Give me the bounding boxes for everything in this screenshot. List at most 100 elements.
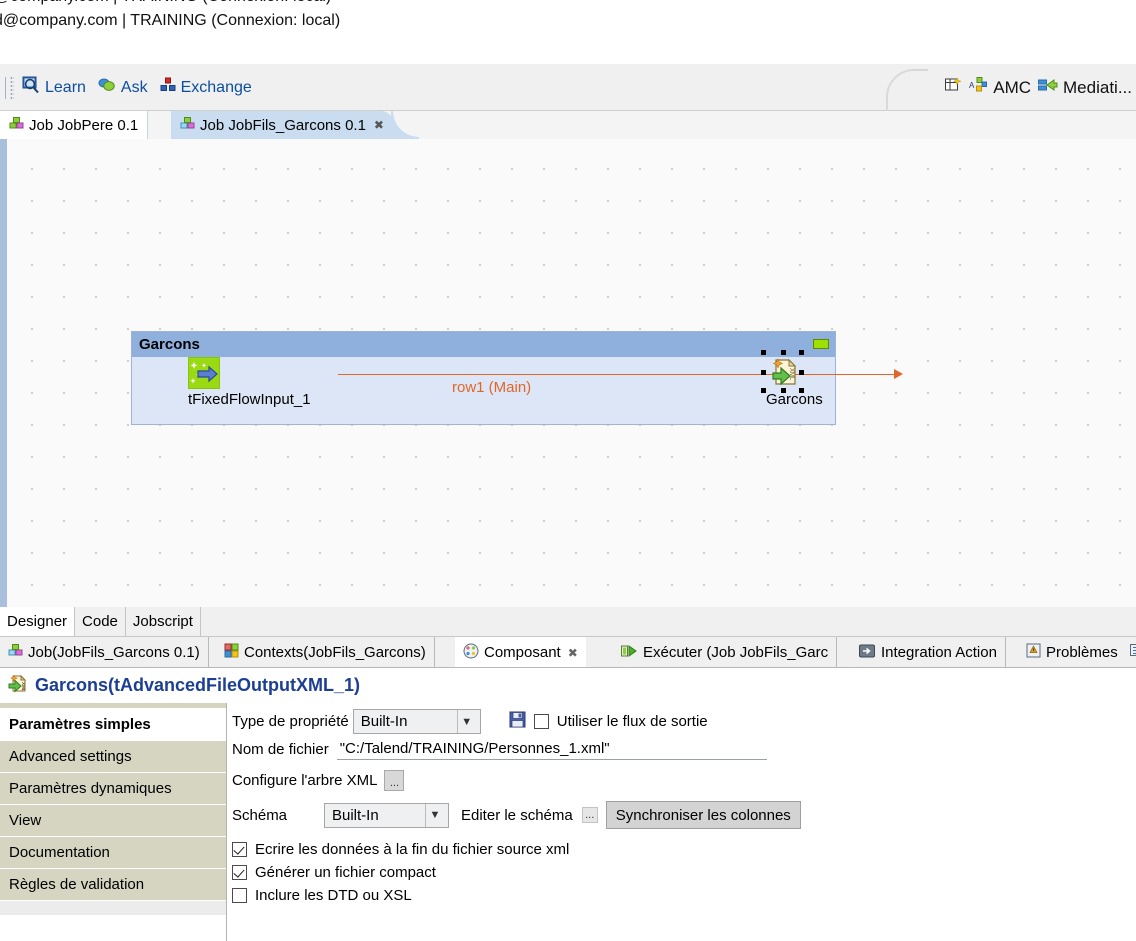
view-tab-executer[interactable]: Exécuter (Job JobFils_Garc xyxy=(613,637,837,668)
editor-tab-jobpere[interactable]: Job JobPere 0.1 xyxy=(0,111,148,139)
component-garcons-xml-output[interactable]: XML xyxy=(766,355,823,408)
mediation-icon xyxy=(1038,77,1058,98)
component-label: Garcons xyxy=(766,391,823,408)
designer-tab-filler xyxy=(201,607,1136,636)
sidebar-item-documentation[interactable]: Documentation xyxy=(0,837,226,869)
job-icon xyxy=(9,116,24,135)
append-data-checkbox[interactable] xyxy=(232,842,247,857)
toolbar-drag-handle[interactable] xyxy=(10,76,14,100)
sidebar-item-parametres-dynamiques[interactable]: Paramètres dynamiques xyxy=(0,773,226,805)
file-name-input[interactable]: "C:/Talend/TRAINING/Personnes_1.xml" xyxy=(337,739,767,760)
property-type-select[interactable]: Built-In ▼ xyxy=(353,709,481,734)
view-tab-problemes[interactable]: Problèmes xyxy=(1018,637,1127,668)
amc-icon: A xyxy=(969,76,988,99)
advanced-file-output-xml-icon: XML xyxy=(6,672,28,699)
overflow-icon xyxy=(1130,644,1136,661)
configure-xml-tree-label: Configure l'arbre XML xyxy=(232,772,377,789)
fixed-flow-input-icon xyxy=(188,357,220,389)
property-type-row: Type de propriété Built-In ▼ xyxy=(232,709,1136,734)
ask-link[interactable]: Ask xyxy=(98,76,148,99)
view-tab-label: Job(JobFils_Garcons 0.1) xyxy=(28,644,200,661)
view-tab-bar: Job(JobFils_Garcons 0.1) Contexts(JobFil… xyxy=(0,637,1136,668)
view-tab-label: Exécuter (Job JobFils_Garc xyxy=(643,644,828,661)
new-table-button[interactable] xyxy=(944,76,962,99)
view-tab-integration-action[interactable]: Integration Action xyxy=(851,637,1006,668)
toolbar-separator xyxy=(5,77,6,99)
sync-columns-button[interactable]: Synchroniser les colonnes xyxy=(606,801,801,829)
schema-row: Schéma Built-In ▼ Editer le schéma ... S… xyxy=(232,801,1136,829)
svg-text:A: A xyxy=(969,81,975,90)
magnifier-icon xyxy=(22,76,40,99)
talend-studio-window: @company.com | TRAINING (Connexion: loca… xyxy=(0,0,1136,941)
sidebar-item-advanced-settings[interactable]: Advanced settings xyxy=(0,741,226,773)
component-palette-icon xyxy=(463,643,479,663)
amc-button[interactable]: A AMC xyxy=(969,76,1031,99)
amc-label: AMC xyxy=(993,78,1031,98)
editor-tab-jobfils-garcons[interactable]: Job JobFils_Garcons 0.1 ✖ xyxy=(171,111,393,139)
svg-text:XML: XML xyxy=(21,682,26,692)
component-tfixedflowinput[interactable]: tFixedFlowInput_1 xyxy=(188,357,311,408)
component-panel-title: Garcons(tAdvancedFileOutputXML_1) xyxy=(35,675,360,696)
append-data-row: Ecrire les données à la fin du fichier s… xyxy=(232,841,1136,858)
compact-file-row: Générer un fichier compact xyxy=(232,864,1136,881)
exchange-blocks-icon xyxy=(160,77,176,98)
exchange-link[interactable]: Exchange xyxy=(160,77,252,98)
learn-link[interactable]: Learn xyxy=(22,76,86,99)
tab-jobscript[interactable]: Jobscript xyxy=(126,607,201,636)
connection-row1-label[interactable]: row1 (Main) xyxy=(452,379,531,396)
view-tab-label: Problèmes xyxy=(1046,644,1118,661)
chevron-down-icon: ▼ xyxy=(425,804,444,827)
property-type-value: Built-In xyxy=(361,713,408,730)
problems-icon xyxy=(1026,643,1041,662)
view-tab-overflow[interactable] xyxy=(1122,637,1136,668)
run-icon xyxy=(621,644,638,662)
component-properties-panel: XML Garcons(tAdvancedFileOutputXML_1) Pa… xyxy=(0,668,1136,941)
contexts-icon xyxy=(224,643,239,662)
connection-arrow-icon xyxy=(894,369,903,379)
edit-schema-button[interactable]: ... xyxy=(582,807,598,823)
view-tab-label: Contexts(JobFils_Garcons) xyxy=(244,644,426,661)
floppy-disk-icon[interactable] xyxy=(509,711,526,732)
subjob-garcons[interactable]: Garcons xyxy=(131,331,836,425)
view-tab-composant[interactable]: Composant ✖ xyxy=(455,637,586,668)
file-name-row: Nom de fichier "C:/Talend/TRAINING/Perso… xyxy=(232,739,1136,760)
job-icon xyxy=(180,116,195,135)
schema-value: Built-In xyxy=(332,807,379,824)
component-panel-header: XML Garcons(tAdvancedFileOutputXML_1) xyxy=(0,668,1136,703)
tab-designer[interactable]: Designer xyxy=(0,607,75,636)
subjob-header: Garcons xyxy=(132,332,835,357)
include-dtd-xsl-checkbox[interactable] xyxy=(232,888,247,903)
subjob-collapse-button[interactable] xyxy=(813,339,829,349)
tab-code[interactable]: Code xyxy=(75,607,126,636)
view-tab-label: Integration Action xyxy=(881,644,997,661)
speech-bubbles-icon xyxy=(98,76,116,99)
status-line: d@company.com | TRAINING (Connexion: loc… xyxy=(0,12,340,30)
toolbar-left-group: Learn Ask xyxy=(0,64,264,111)
job-design-canvas[interactable]: Garcons xyxy=(0,139,1136,607)
job-icon xyxy=(8,643,23,662)
sidebar-item-regles-de-validation[interactable]: Règles de validation xyxy=(0,869,226,901)
compact-file-checkbox[interactable] xyxy=(232,865,247,880)
subjob-body: tFixedFlowInput_1 row1 (Main) XML xyxy=(132,357,835,425)
sidebar-item-view[interactable]: View xyxy=(0,805,226,837)
status-line-clipped: @company.com | TRAINING (Connexion: loca… xyxy=(0,0,331,6)
editor-tab-label: Job JobFils_Garcons 0.1 xyxy=(200,117,366,134)
schema-select[interactable]: Built-In ▼ xyxy=(324,803,449,828)
include-dtd-xsl-label: Inclure les DTD ou XSL xyxy=(255,887,412,904)
schema-label: Schéma xyxy=(232,807,324,824)
close-icon[interactable]: ✖ xyxy=(374,118,384,132)
use-output-stream-checkbox[interactable] xyxy=(534,714,549,729)
configure-xml-tree-button[interactable]: ... xyxy=(384,770,404,791)
sidebar-item-parametres-simples[interactable]: Paramètres simples xyxy=(0,709,226,741)
toolbar-right-group: A AMC Mediati... xyxy=(944,64,1132,111)
designer-tab-bar: Designer Code Jobscript xyxy=(0,607,1136,637)
component-settings-sidebar: Paramètres simples Advanced settings Par… xyxy=(0,703,227,941)
mediation-button[interactable]: Mediati... xyxy=(1038,77,1132,98)
property-type-label: Type de propriété xyxy=(232,713,349,730)
close-icon[interactable]: ✖ xyxy=(568,646,578,660)
view-tab-job[interactable]: Job(JobFils_Garcons 0.1) xyxy=(0,637,209,668)
status-strip: @company.com | TRAINING (Connexion: loca… xyxy=(0,0,1136,64)
view-tab-contexts[interactable]: Contexts(JobFils_Garcons) xyxy=(216,637,435,668)
view-tab-label: Composant xyxy=(484,644,561,661)
include-dtd-xsl-row: Inclure les DTD ou XSL xyxy=(232,887,1136,904)
